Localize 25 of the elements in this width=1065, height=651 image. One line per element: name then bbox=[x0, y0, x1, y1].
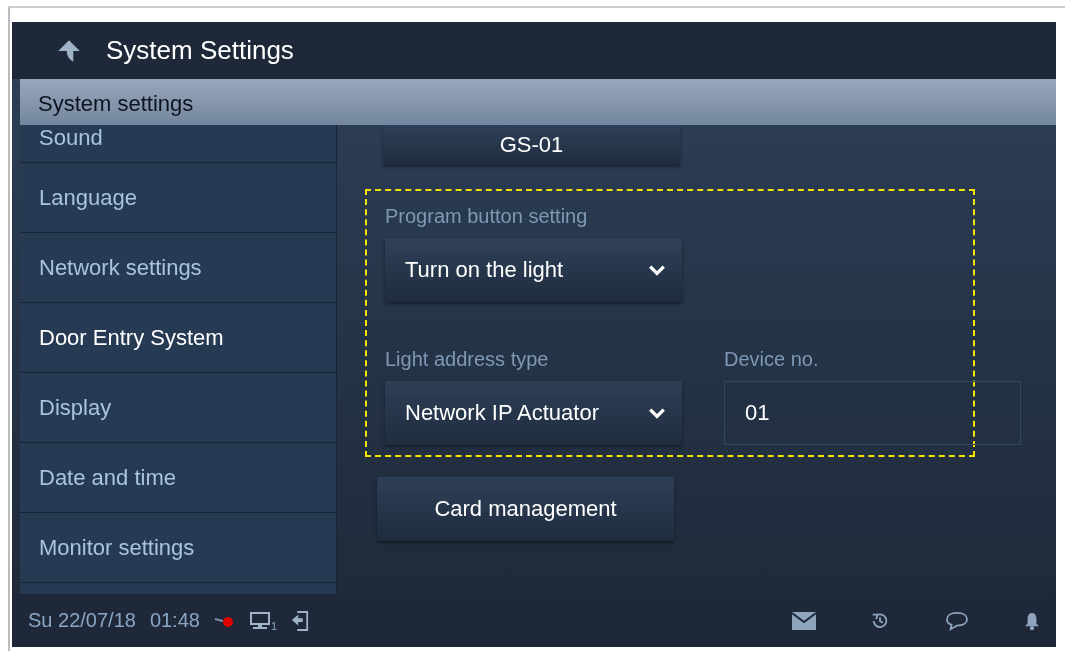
sidebar-item[interactable]: Display bbox=[20, 373, 336, 443]
input-field[interactable]: 01 bbox=[724, 381, 1021, 445]
field-label: Program button setting bbox=[385, 205, 589, 228]
field-label: Light address type bbox=[385, 348, 550, 371]
monitor-icon[interactable] bbox=[249, 611, 270, 630]
chat-icon[interactable] bbox=[944, 610, 970, 631]
sidebar-item[interactable]: Door Entry System bbox=[20, 303, 336, 373]
status-date: Su 22/07/18 bbox=[28, 609, 136, 632]
card-management-button[interactable]: Card management bbox=[377, 477, 674, 541]
door-exit-icon[interactable] bbox=[291, 610, 310, 631]
monitor-count: 1 bbox=[270, 619, 278, 632]
status-time: 01:48 bbox=[149, 609, 200, 632]
bell-icon[interactable] bbox=[1024, 610, 1040, 631]
section-title: System settings bbox=[20, 79, 1056, 125]
mail-icon[interactable] bbox=[792, 611, 816, 630]
sidebar-item[interactable]: Network settings bbox=[20, 233, 336, 303]
sidebar-item[interactable]: Date and time bbox=[20, 443, 336, 513]
sidebar-item[interactable]: Monitor settings bbox=[20, 513, 336, 583]
sidebar-item[interactable]: Language bbox=[20, 163, 336, 233]
device-button[interactable]: GS-01 bbox=[383, 125, 680, 165]
sidebar-item[interactable]: Sound bbox=[20, 125, 336, 163]
dropdown[interactable]: Turn on the light bbox=[385, 238, 682, 302]
field-label: Device no. bbox=[724, 348, 820, 371]
screen-title: System Settings bbox=[106, 35, 294, 66]
dropdown[interactable]: Network IP Actuator bbox=[385, 381, 682, 445]
